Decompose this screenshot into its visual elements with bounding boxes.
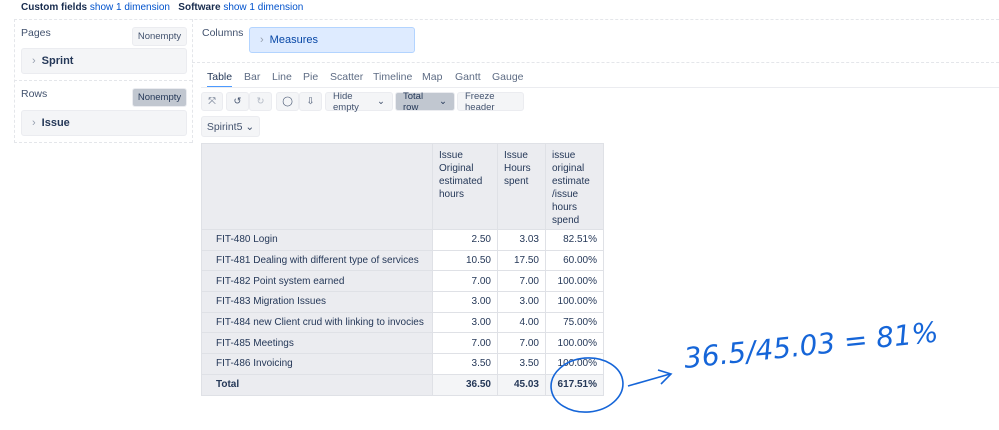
custom-fields-show-link[interactable]: show 1 dimension (90, 2, 170, 13)
undo-icon: ↺ (233, 96, 242, 107)
page-filter-label: Spirint5 (206, 120, 243, 133)
table-row: FIT-482 Point system earned 7.00 7.00 100.0… (201, 270, 604, 293)
tab-timeline[interactable]: Timeline (373, 71, 412, 83)
handwritten-annotation: 36.5/45.03 = 81% (550, 315, 940, 413)
table-cell: 10.50 (432, 249, 498, 272)
total-row-label: Total row (403, 90, 424, 113)
row-header[interactable]: FIT-480 Login (201, 229, 433, 251)
row-header[interactable]: FIT-485 Meetings (201, 332, 433, 355)
chevron-down-icon: ⌄ (439, 96, 447, 107)
total-label: Total (201, 373, 433, 396)
row-header[interactable]: FIT-481 Dealing with different type of s… (201, 249, 433, 272)
custom-fields-bar: Custom fields show 1 dimension Software … (21, 2, 303, 13)
dimension-label: Issue (41, 117, 70, 129)
arrow-annotation (627, 369, 673, 387)
comment-button[interactable]: ◯ (276, 92, 299, 111)
hide-empty-label: Hide empty (333, 90, 359, 113)
row-header[interactable]: FIT-484 new Client crud with linking to … (201, 311, 433, 334)
table-cell: 2.50 (432, 229, 498, 251)
comment-icon: ◯ (282, 96, 293, 107)
table-cell: 7.00 (432, 270, 498, 293)
pages-label: Pages (21, 27, 51, 39)
table-cell: 3.00 (432, 291, 498, 313)
table-cell: 7.00 (497, 270, 546, 293)
row-header-corner (201, 143, 433, 230)
export-button[interactable]: ⇩ (299, 92, 322, 111)
table-cell: 4.00 (497, 311, 546, 334)
table-cell: 3.50 (497, 353, 546, 375)
row-header[interactable]: FIT-486 Invoicing (201, 353, 433, 375)
dimension-label: Measures (269, 34, 318, 46)
hide-empty-dropdown[interactable]: Hide empty ⌄ (325, 90, 393, 113)
chevron-right-icon: › (32, 55, 36, 67)
freeze-header-button[interactable]: Freeze header (457, 91, 524, 113)
software-show-link[interactable]: show 1 dimension (223, 2, 303, 13)
table-cell: 7.00 (497, 332, 546, 355)
undo-button[interactable]: ↺ (226, 92, 249, 111)
table-cell: 3.50 (432, 353, 498, 375)
tab-gauge[interactable]: Gauge (492, 71, 524, 83)
expand-icon: ⤧ (208, 96, 216, 107)
redo-button[interactable]: ↻ (249, 92, 272, 111)
rows-label: Rows (21, 88, 48, 100)
download-icon: ⇩ (306, 96, 315, 107)
table-cell: 100.00% (545, 270, 604, 293)
tab-table[interactable]: Table (207, 71, 233, 88)
row-header[interactable]: FIT-483 Migration Issues (201, 291, 433, 313)
software-label: Software (178, 2, 221, 13)
total-row-dropdown[interactable]: Total row ⌄ (395, 90, 455, 113)
table-cell: 7.00 (432, 332, 498, 355)
columns-label: Columns (202, 27, 244, 39)
redo-icon: ↻ (256, 96, 265, 107)
table-cell: 17.50 (497, 249, 546, 272)
table-cell: 82.51% (545, 229, 604, 251)
tab-pie[interactable]: Pie (303, 71, 318, 83)
annotation-text: 36.5/45.03 = 81% (682, 315, 939, 375)
rows-dimension-issue[interactable]: › Issue (21, 110, 187, 136)
chevron-right-icon: › (260, 34, 264, 46)
column-header[interactable]: Issue Hours spent (497, 143, 546, 230)
dimension-label: Sprint (41, 55, 74, 67)
pages-dimension-sprint[interactable]: › Sprint (21, 48, 187, 74)
chevron-down-icon: ⌄ (245, 120, 255, 133)
column-header[interactable]: issue original estimate /issue hours spe… (545, 143, 604, 230)
table-cell: 3.03 (497, 229, 546, 251)
table-row: FIT-480 Login 2.50 3.03 82.51% (201, 229, 604, 251)
row-header[interactable]: FIT-482 Point system earned (201, 270, 433, 293)
fullscreen-button[interactable]: ⤧ (201, 92, 223, 111)
table-row: FIT-481 Dealing with different type of s… (201, 249, 604, 272)
table-cell: 60.00% (545, 249, 604, 272)
total-cell: 36.50 (432, 373, 498, 396)
table-cell: 3.00 (497, 291, 546, 313)
tab-line[interactable]: Line (272, 71, 292, 83)
tab-gantt[interactable]: Gantt (455, 71, 481, 83)
total-cell: 45.03 (497, 373, 546, 396)
custom-fields-label: Custom fields (21, 2, 88, 13)
circle-annotation (550, 357, 624, 413)
rows-nonempty-button[interactable]: Nonempty (132, 88, 187, 107)
tab-map[interactable]: Map (422, 71, 442, 83)
chevron-down-icon: ⌄ (377, 96, 385, 107)
chevron-right-icon: › (32, 117, 36, 129)
pages-nonempty-button[interactable]: Nonempty (132, 27, 187, 46)
tab-scatter[interactable]: Scatter (330, 71, 363, 83)
page-filter-dropdown[interactable]: Spirint5 ⌄ (201, 116, 260, 137)
tab-bar[interactable]: Bar (244, 71, 260, 83)
columns-dimension-measures[interactable]: › Measures (249, 27, 415, 53)
table-cell: 3.00 (432, 311, 498, 334)
column-header[interactable]: Issue Original estimated hours (432, 143, 498, 230)
